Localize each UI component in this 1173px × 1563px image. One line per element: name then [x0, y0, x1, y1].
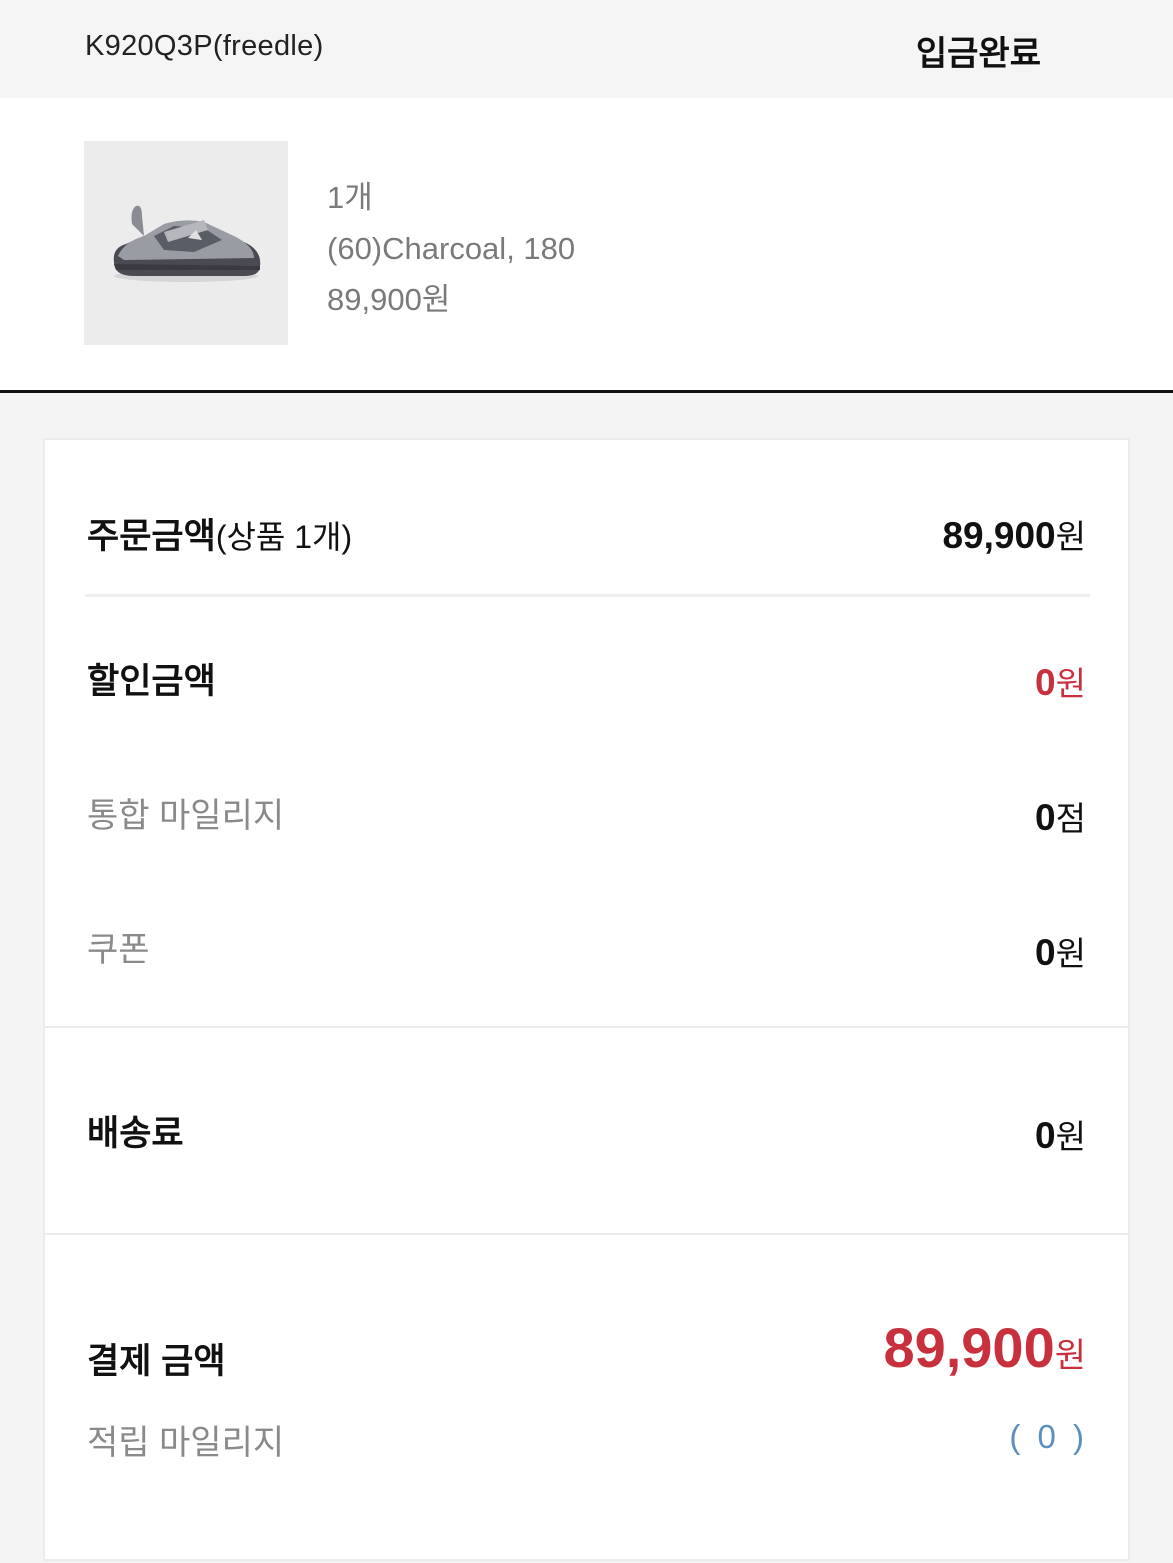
sandal-shoe-icon [113, 205, 261, 282]
product-price: 89,900원 [327, 282, 451, 317]
mileage-value: 0점 [1035, 797, 1086, 838]
product-section: 1개 (60)Charcoal, 180 89,900원 [0, 98, 1173, 390]
order-amount-value: 89,900원 [942, 515, 1086, 556]
order-header: K920Q3P(freedle) 입금완료 [0, 0, 1173, 98]
order-product-code: K920Q3P(freedle) [85, 30, 324, 62]
payment-total-value: 89,900원 [883, 1316, 1086, 1379]
order-amount-sublabel: (상품 1개) [215, 519, 353, 555]
mileage-label: 통합 마일리지 [87, 797, 285, 835]
product-thumbnail[interactable] [84, 141, 288, 345]
product-option: (60)Charcoal, 180 [327, 231, 576, 266]
discount-amount-value: 0원 [1035, 662, 1086, 703]
shipping-card: 배송료 0원 [43, 1026, 1130, 1235]
coupon-value: 0원 [1035, 932, 1086, 973]
product-info: 1개 (60)Charcoal, 180 89,900원 [327, 172, 575, 325]
order-amount-label: 주문금액(상품 1개) [87, 517, 353, 556]
coupon-label: 쿠폰 [87, 931, 150, 969]
earned-mileage-label: 적립 마일리지 [87, 1424, 285, 1462]
discount-amount-label: 할인금액 [87, 662, 216, 701]
order-status-label: 입금완료 [915, 35, 1041, 73]
section-divider [0, 390, 1173, 393]
payment-total-card: 결제 금액 89,900원 적립 마일리지 ( 0 ) [43, 1233, 1130, 1561]
summary-inner-divider [85, 594, 1090, 597]
earned-mileage-value: ( 0 ) [1009, 1418, 1088, 1455]
shipping-fee-label: 배송료 [87, 1114, 184, 1153]
payment-total-label: 결제 금액 [87, 1342, 226, 1381]
shipping-fee-value: 0원 [1035, 1115, 1086, 1156]
product-quantity: 1개 [327, 180, 373, 215]
order-summary-card: 주문금액(상품 1개) 89,900원 할인금액 0원 통합 마일리지 0점 쿠… [43, 438, 1130, 1028]
